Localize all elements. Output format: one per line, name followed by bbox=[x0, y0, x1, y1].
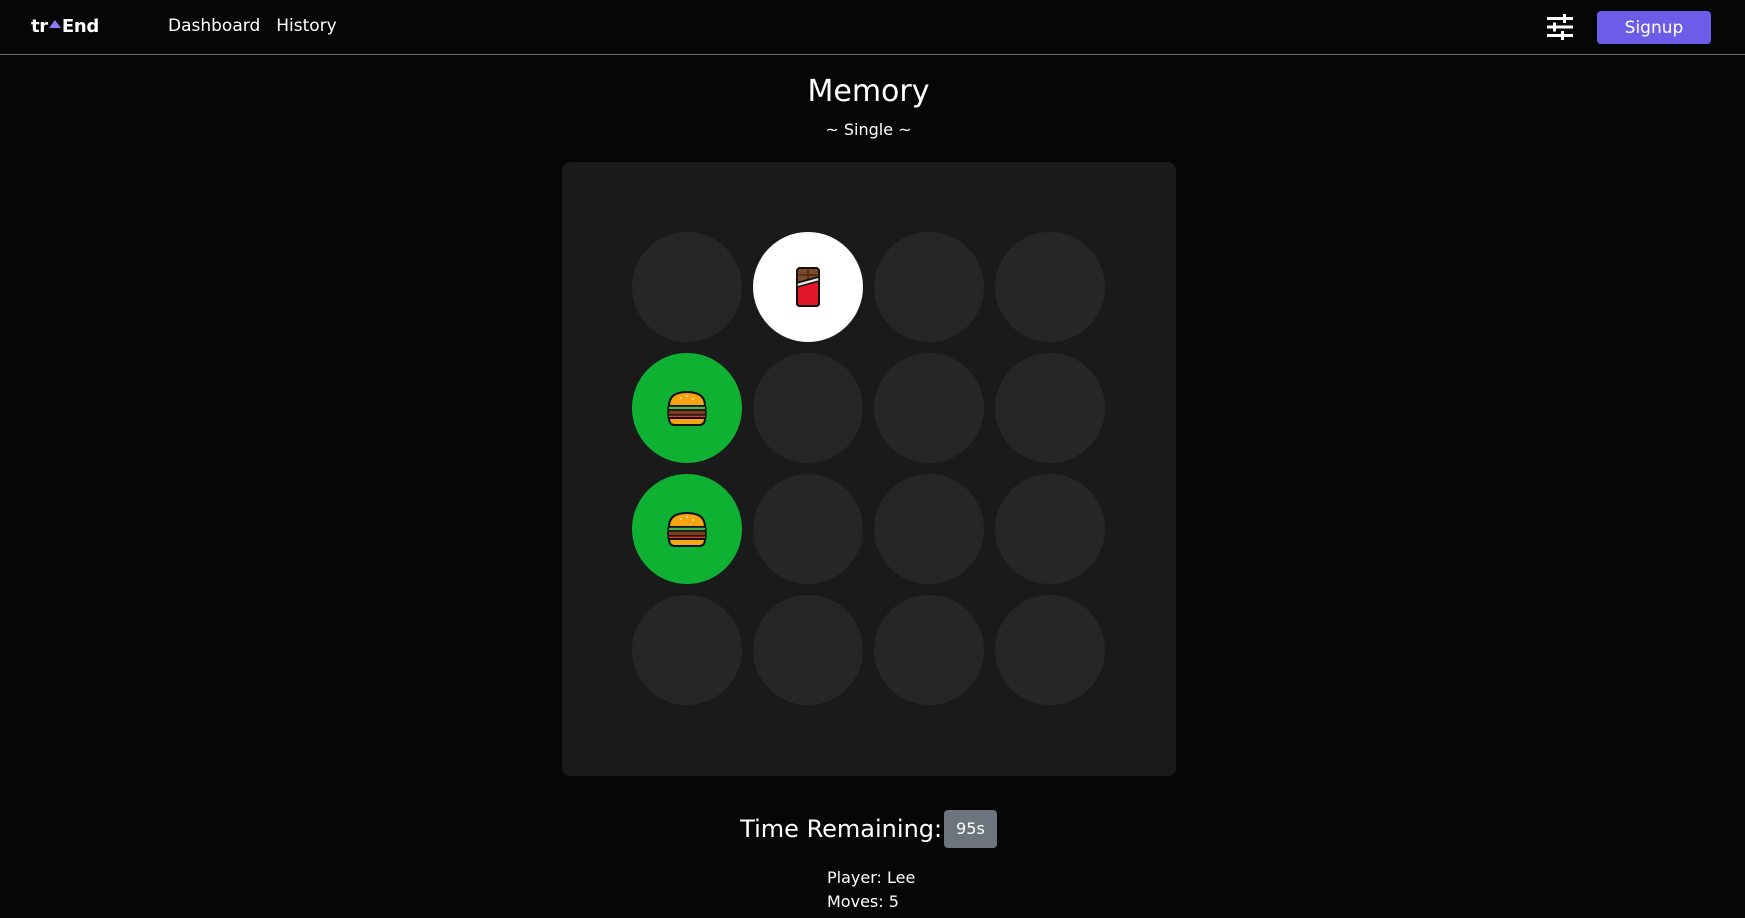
sliders-icon[interactable] bbox=[1546, 13, 1574, 41]
time-remaining-label: Time Remaining: bbox=[740, 815, 943, 843]
memory-card[interactable] bbox=[632, 474, 742, 584]
time-remaining-badge: 95s bbox=[944, 810, 997, 848]
nav-link-dashboard[interactable]: Dashboard bbox=[168, 16, 260, 36]
burger-icon bbox=[663, 505, 711, 553]
memory-card[interactable] bbox=[632, 595, 742, 705]
navbar: tr End Dashboard History Signup bbox=[0, 0, 1745, 55]
memory-card[interactable] bbox=[632, 232, 742, 342]
logo-text-left: tr bbox=[31, 16, 48, 37]
game-title: Memory bbox=[807, 74, 930, 109]
game-stats: Player: Lee Moves: 5 bbox=[827, 866, 915, 914]
signup-button[interactable]: Signup bbox=[1597, 11, 1711, 44]
nav-link-history[interactable]: History bbox=[276, 16, 336, 36]
logo-text-right: End bbox=[61, 16, 99, 37]
memory-card[interactable] bbox=[874, 474, 984, 584]
game-board bbox=[562, 162, 1176, 776]
chocolate-bar-icon bbox=[784, 263, 832, 311]
memory-card[interactable] bbox=[753, 232, 863, 342]
memory-card[interactable] bbox=[753, 353, 863, 463]
memory-card[interactable] bbox=[995, 232, 1105, 342]
memory-card[interactable] bbox=[995, 353, 1105, 463]
nav-links: Dashboard History bbox=[168, 16, 337, 36]
logo[interactable]: tr End bbox=[31, 16, 99, 37]
memory-card[interactable] bbox=[874, 232, 984, 342]
moves-count: Moves: 5 bbox=[827, 892, 899, 911]
memory-card[interactable] bbox=[753, 474, 863, 584]
memory-card[interactable] bbox=[874, 353, 984, 463]
memory-card[interactable] bbox=[995, 595, 1105, 705]
card-grid bbox=[632, 232, 1105, 705]
memory-card[interactable] bbox=[632, 353, 742, 463]
memory-card[interactable] bbox=[874, 595, 984, 705]
memory-card[interactable] bbox=[995, 474, 1105, 584]
timer-row: Time Remaining: 95s bbox=[0, 810, 1737, 848]
game-mode: ~ Single ~ bbox=[825, 120, 912, 139]
memory-card[interactable] bbox=[753, 595, 863, 705]
player-name: Player: Lee bbox=[827, 868, 916, 887]
logo-caret-icon bbox=[48, 19, 61, 28]
burger-icon bbox=[663, 384, 711, 432]
